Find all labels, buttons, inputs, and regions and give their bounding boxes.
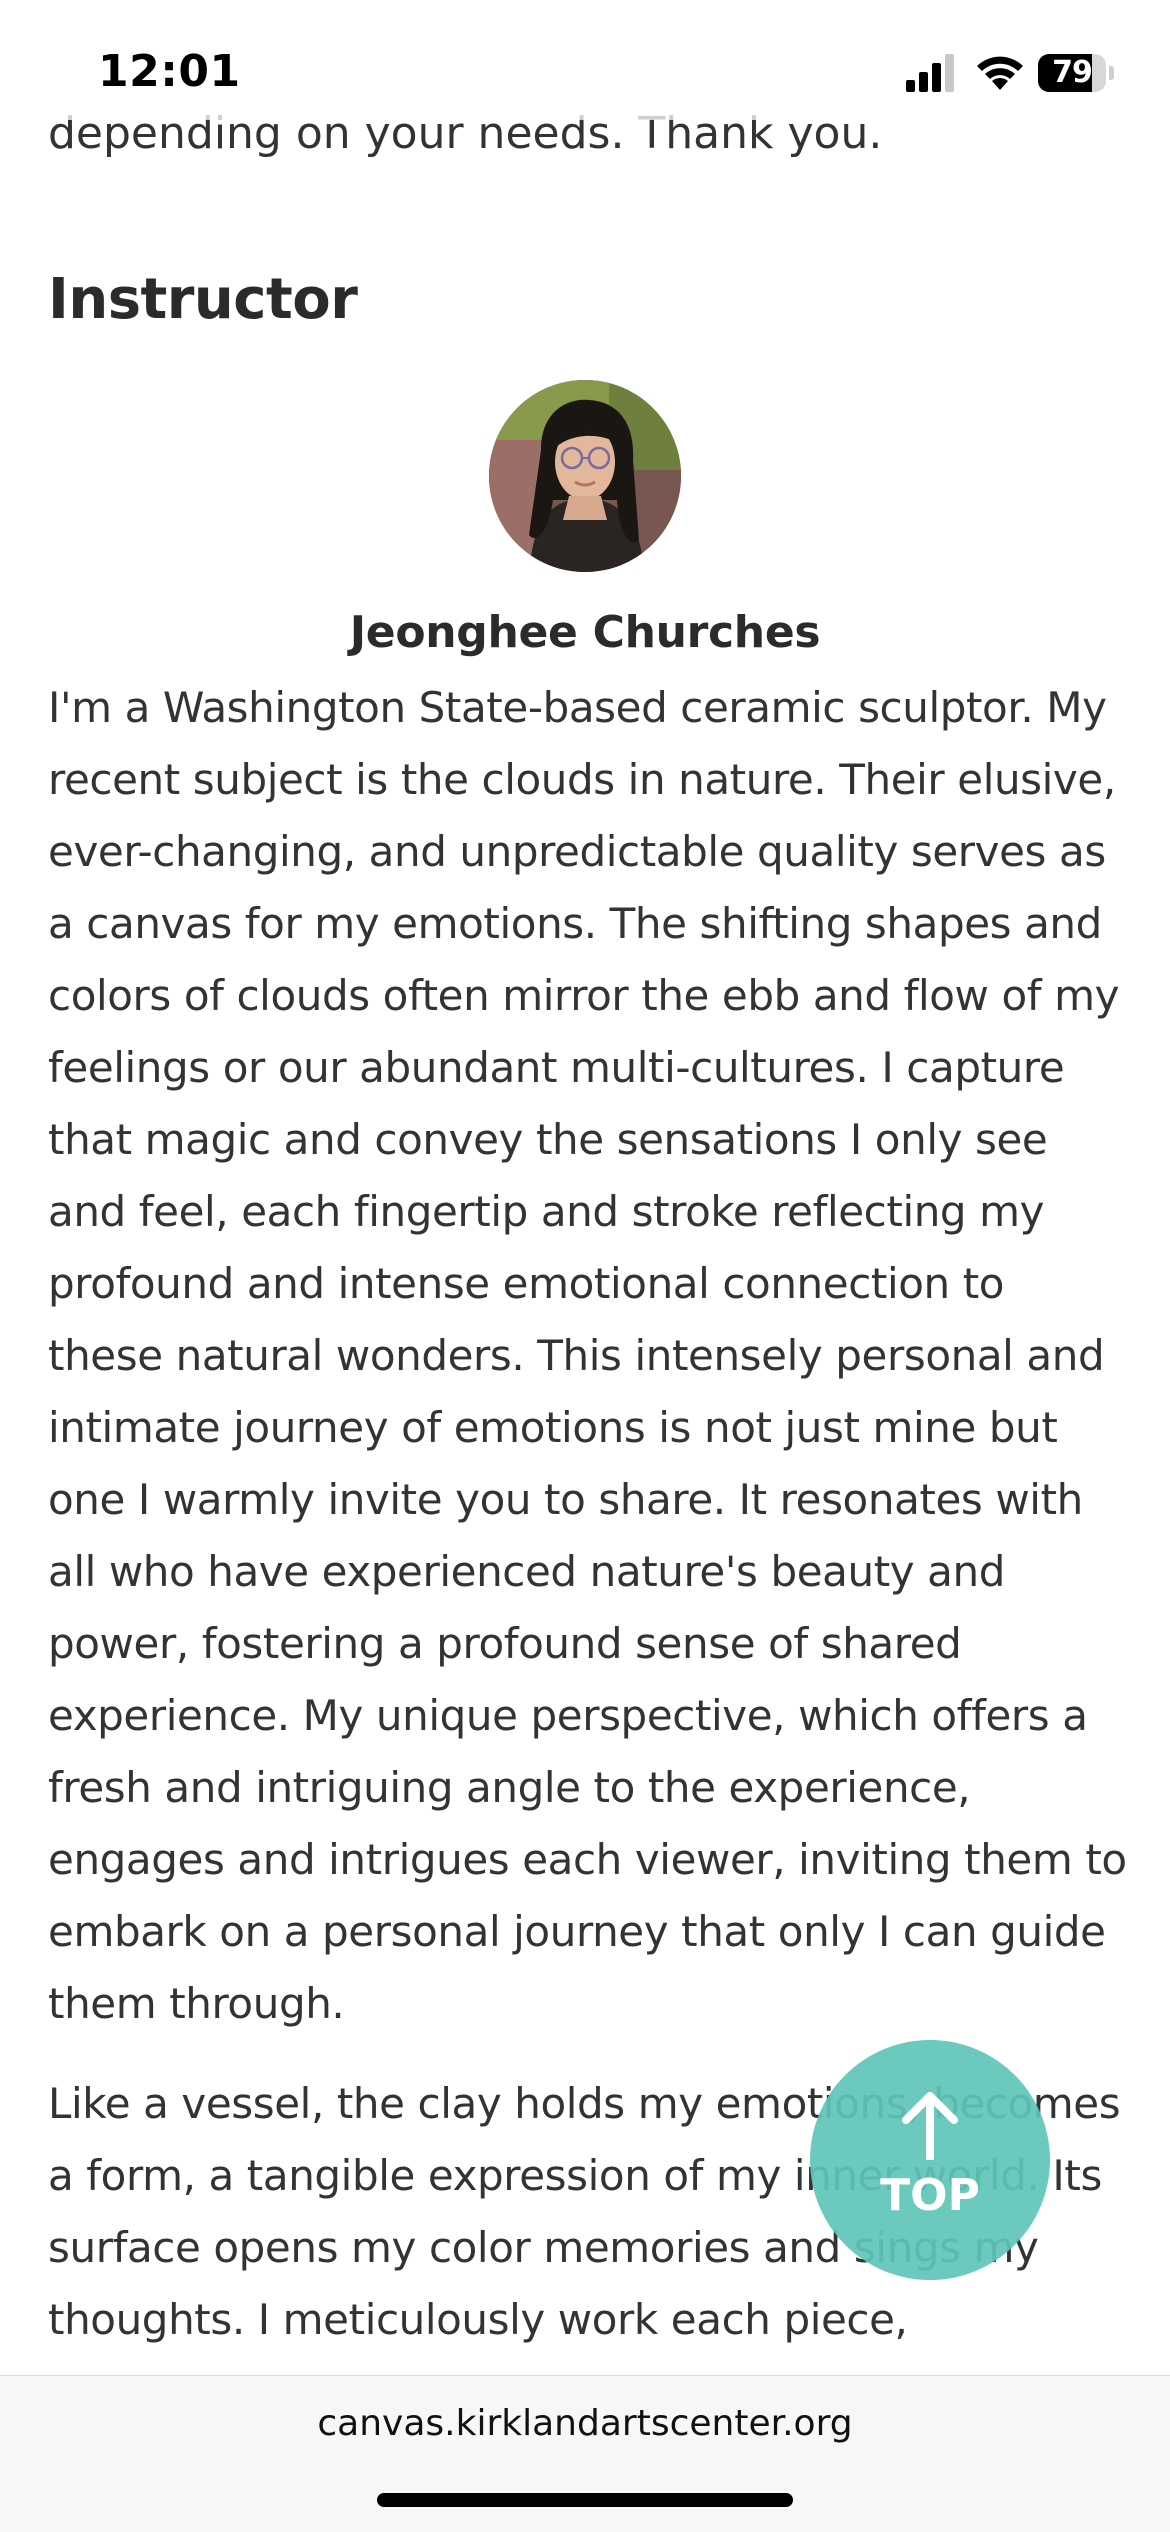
back-to-top-button[interactable]: TOP	[810, 2040, 1050, 2280]
battery-icon: 79	[1038, 54, 1114, 92]
instructor-heading: Instructor	[48, 267, 358, 332]
battery-level: 79	[1052, 55, 1093, 90]
browser-bottom-bar: canvas.kirklandartscenter.org	[0, 2375, 1170, 2532]
address-bar-url[interactable]: canvas.kirklandartscenter.org	[0, 2400, 1170, 2448]
instructor-name: Jeonghee Churches	[349, 607, 821, 658]
home-indicator	[377, 2493, 793, 2507]
instructor-bio-paragraph: I'm a Washington State-based ceramic scu…	[48, 683, 1127, 2028]
page-content: depending on your needs. Thank you. Inst…	[0, 0, 1170, 2375]
back-to-top-label: TOP	[880, 2170, 980, 2221]
battery-body: 79	[1038, 54, 1106, 92]
status-bar: 12:01 79	[0, 0, 1170, 120]
battery-cap	[1109, 66, 1114, 80]
arrow-up-icon	[902, 2092, 958, 2160]
instructor-avatar	[489, 380, 681, 572]
wifi-icon	[977, 56, 1023, 90]
status-time: 12:01	[98, 46, 241, 97]
signal-icon	[906, 54, 954, 92]
